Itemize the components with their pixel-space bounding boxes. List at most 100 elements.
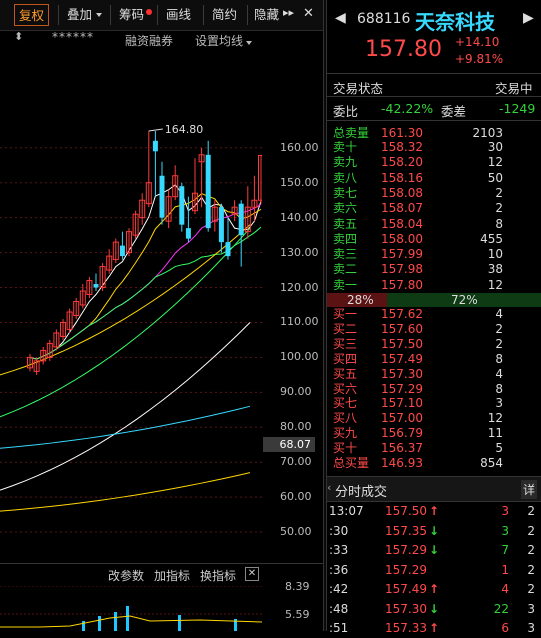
bid-level-label: 买七 (333, 396, 358, 411)
chip-button[interactable]: 筹码 (119, 4, 144, 26)
bid-level-label: 买十 (333, 441, 358, 456)
tick-count: 2 (527, 543, 535, 557)
bid-level-volume: 2 (495, 321, 503, 336)
price-tick-label: 130.00 (280, 245, 319, 259)
ask-level-row: 卖二 157.98 38 (327, 262, 541, 277)
detail-button[interactable]: 详 (521, 480, 538, 499)
bid-level-row: 买一 157.62 4 (327, 307, 541, 322)
add-indicator-button[interactable]: 加指标 (154, 567, 190, 584)
price-change-pct: +9.81% (455, 52, 504, 66)
ma-settings-button[interactable]: 设置均线 (195, 32, 243, 49)
ask-level-row: 卖六 158.07 2 (327, 201, 541, 216)
price-tick-label: 50.00 (280, 525, 312, 539)
indicator-tick: 8.39 (285, 580, 310, 593)
ask-level-row: 卖四 158.00 455 (327, 232, 541, 247)
bid-level-price: 157.60 (381, 321, 423, 336)
divider (247, 5, 248, 25)
ma-short-line (0, 224, 251, 376)
hide-button[interactable]: 隐藏 (254, 4, 279, 26)
divider (327, 96, 541, 97)
arrow-down-icon: ↓ (429, 523, 440, 538)
ask-level-label: 卖八 (333, 170, 358, 185)
ask-level-volume: 10 (487, 247, 503, 262)
chevron-left-icon[interactable]: ‹ (327, 481, 331, 494)
candle-body (225, 242, 231, 257)
tick-row: :36 157.29 1 2 (327, 561, 541, 580)
diff-label: 委差 (441, 104, 467, 119)
ask-level-price: 158.08 (381, 185, 423, 200)
arrow-up-icon: ↑ (429, 582, 440, 596)
event-marks: ****** (52, 30, 94, 44)
margin-trading-button[interactable]: 融资融券 (125, 32, 173, 49)
indicator-line (0, 615, 262, 628)
bid-level-row: 买六 157.29 8 (327, 382, 541, 397)
status-label: 交易状态 (333, 81, 384, 96)
tick-volume: 22 (493, 601, 509, 616)
total-buy-row: 总买量 146.93 854 (327, 456, 541, 471)
chart-toolbar: 复权 叠加 筹码 画线 简约 隐藏 ▸▸ ✕ (0, 0, 323, 31)
bid-level-label: 买二 (333, 321, 358, 336)
tick-price: 157.30 (385, 601, 427, 616)
tick-row: :33 157.29 ↓ 7 2 (327, 541, 541, 560)
indicator-tick: 5.59 (285, 608, 310, 621)
tick-volume: 3 (501, 523, 509, 538)
tick-row: :51 157.33 ↑ 6 3 (327, 619, 541, 638)
bid-level-row: 买五 157.30 4 (327, 367, 541, 382)
candle-body (205, 154, 211, 229)
bid-level-label: 买四 (333, 351, 358, 366)
divider (203, 5, 204, 25)
edit-params-button[interactable]: 改参数 (108, 567, 144, 584)
candle-body (119, 245, 125, 257)
ask-level-label: 卖五 (333, 216, 358, 231)
ratio-value: -42.22% (381, 101, 434, 116)
ask-level-price: 158.16 (381, 170, 423, 185)
ask-level-row: 卖三 157.99 10 (327, 247, 541, 262)
bid-level-price: 157.10 (381, 396, 423, 411)
ask-level-price: 158.32 (381, 140, 423, 154)
ask-level-volume: 8 (495, 216, 503, 231)
bid-level-price: 156.79 (381, 426, 423, 441)
ask-level-volume: 50 (487, 170, 503, 185)
candle-body (218, 207, 224, 243)
arrow-up-icon: ↑ (429, 504, 440, 518)
tick-count: 2 (527, 582, 535, 596)
ratio-label: 委比 (333, 104, 359, 119)
overlay-button[interactable]: 叠加 (67, 4, 92, 26)
draw-line-button[interactable]: 画线 (166, 4, 191, 26)
bid-level-row: 买九 156.79 11 (327, 426, 541, 441)
arrow-up-icon: ↑ (429, 621, 440, 635)
prev-stock-icon[interactable]: ◀ (335, 10, 346, 26)
bid-level-price: 156.37 (381, 441, 423, 456)
close-icon[interactable]: ✕ (303, 6, 314, 21)
bid-level-volume: 11 (487, 426, 503, 441)
bid-level-row: 买十 156.37 5 (327, 441, 541, 456)
candlestick-chart[interactable]: 164.80 (0, 50, 262, 560)
price-tick-label: 120.00 (280, 280, 319, 294)
next-stock-icon[interactable]: ▶ (523, 10, 534, 26)
tick-row: :48 157.30 ↓ 22 3 (327, 600, 541, 619)
divider (327, 73, 541, 74)
simple-button[interactable]: 简约 (212, 4, 237, 26)
price-tick-label: 90.00 (280, 385, 312, 399)
ask-level-label: 卖六 (333, 201, 358, 216)
bid-level-label: 买五 (333, 366, 358, 381)
switch-indicator-button[interactable]: 换指标 (200, 567, 236, 584)
indicator-chart (0, 586, 262, 631)
close-icon[interactable]: ✕ (245, 567, 259, 581)
bid-level-label: 买三 (333, 336, 358, 351)
ma60-line (0, 322, 251, 491)
ask-level-label: 卖七 (333, 185, 358, 200)
price-tick-label: 140.00 (280, 210, 319, 224)
arrow-down-icon: ↓ (429, 543, 440, 557)
high-price-label: 164.80 (165, 123, 204, 136)
ask-level-row: 卖五 158.04 8 (327, 217, 541, 232)
double-chevron-right-icon[interactable]: ▸▸ (283, 6, 294, 19)
bid-level-row: 买二 157.60 2 (327, 322, 541, 337)
tick-price: 157.29 (385, 562, 427, 577)
ask-level-volume: 2 (495, 201, 503, 216)
adjust-button[interactable]: 复权 (14, 4, 50, 26)
ask-level-price: 157.99 (381, 247, 423, 262)
stock-name: 天奈科技 (415, 10, 495, 34)
ask-level-row: 卖七 158.08 2 (327, 186, 541, 201)
price-tick-label: 150.00 (280, 175, 319, 189)
